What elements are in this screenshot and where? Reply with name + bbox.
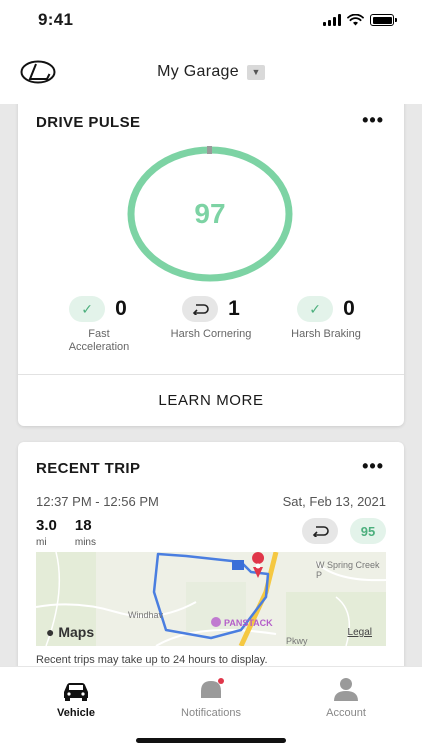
drive-pulse-more-button[interactable]: •••	[362, 110, 384, 131]
u-turn-icon	[302, 518, 338, 544]
metric-label: Fast Acceleration	[68, 328, 130, 353]
tab-notifications[interactable]: Notifications	[156, 677, 266, 719]
tab-account[interactable]: Account	[291, 677, 401, 719]
trip-map[interactable]: W Spring Creek P Windhav PANSTACK Pkwy ●…	[36, 552, 386, 646]
tab-label: Notifications	[181, 707, 241, 719]
metric-harsh-braking: ✓ 0 Harsh Braking	[276, 296, 376, 341]
metric-label: Harsh Cornering	[170, 328, 252, 340]
metric-value: 0	[115, 297, 127, 320]
status-time: 9:41	[38, 10, 74, 29]
content-scroll-area[interactable]: DRIVE PULSE ••• 97 ✓ 0 Fast Acceleration	[0, 104, 422, 666]
trip-date: Sat, Feb 13, 2021	[282, 494, 386, 509]
home-indicator[interactable]	[136, 738, 286, 743]
metric-label: Harsh Braking	[291, 328, 361, 340]
trip-stats: 3.0 mi 18 mins	[36, 517, 96, 548]
drive-pulse-score: 97	[194, 198, 226, 229]
trip-times: 12:37 PM - 12:56 PM Sat, Feb 13, 2021	[36, 494, 386, 509]
trip-time-range: 12:37 PM - 12:56 PM	[36, 494, 159, 509]
drive-pulse-card: DRIVE PULSE ••• 97 ✓ 0 Fast Acceleration	[18, 104, 404, 426]
map-legal-link[interactable]: Legal	[348, 627, 372, 638]
car-icon	[21, 677, 131, 701]
maps-brand-label: Maps	[58, 624, 95, 640]
apple-maps-logo: ● Maps	[46, 624, 94, 640]
learn-more-button[interactable]: LEARN MORE	[18, 375, 404, 425]
metric-value: 1	[228, 297, 240, 320]
garage-title: My Garage	[157, 63, 239, 80]
check-icon: ✓	[297, 296, 334, 322]
apple-logo-icon: ●	[46, 624, 55, 640]
map-label-windhaven: Windhav	[128, 610, 164, 620]
app-header: My Garage ▼	[0, 48, 422, 96]
trip-badges: 95	[302, 518, 386, 544]
check-icon: ✓	[69, 296, 106, 322]
lexus-logo-icon	[20, 60, 56, 84]
status-icons	[323, 14, 397, 26]
recent-trip-title: RECENT TRIP	[36, 460, 141, 477]
trip-duration-unit: mins	[74, 537, 96, 548]
trip-duration: 18 mins	[75, 517, 96, 548]
chevron-down-icon[interactable]: ▼	[246, 64, 265, 80]
garage-selector[interactable]: My Garage ▼	[157, 63, 265, 81]
bell-icon	[156, 677, 266, 701]
map-label-parkway: Pkwy	[286, 636, 308, 646]
drive-pulse-title: DRIVE PULSE	[36, 114, 141, 131]
drive-metrics: ✓ 0 Fast Acceleration 1 Harsh Cornering	[18, 296, 404, 366]
metric-value: 0	[343, 297, 355, 320]
status-bar: 9:41	[0, 0, 422, 40]
trip-distance-value: 3.0	[36, 517, 57, 534]
cellular-signal-icon	[323, 14, 341, 26]
trip-distance-unit: mi	[36, 537, 47, 548]
metric-harsh-cornering: 1 Harsh Cornering	[161, 296, 261, 341]
trip-duration-value: 18	[74, 517, 92, 534]
trip-delay-note: Recent trips may take up to 24 hours to …	[36, 654, 268, 666]
recent-trip-more-button[interactable]: •••	[362, 456, 384, 477]
tab-vehicle[interactable]: Vehicle	[21, 677, 131, 719]
trip-distance: 3.0 mi	[36, 517, 57, 548]
trip-score-badge: 95	[350, 518, 386, 544]
battery-icon	[370, 14, 397, 26]
wifi-icon	[347, 14, 364, 26]
tab-label: Vehicle	[57, 707, 95, 719]
recent-trip-card[interactable]: RECENT TRIP ••• 12:37 PM - 12:56 PM Sat,…	[18, 442, 404, 666]
u-turn-icon	[182, 296, 219, 322]
metric-fast-acceleration: ✓ 0 Fast Acceleration	[48, 296, 148, 354]
tab-label: Account	[326, 707, 366, 719]
map-label-panstack: PANSTACK	[224, 618, 273, 628]
map-label-spring-creek: W Spring Creek P	[316, 560, 380, 580]
person-icon	[291, 677, 401, 701]
